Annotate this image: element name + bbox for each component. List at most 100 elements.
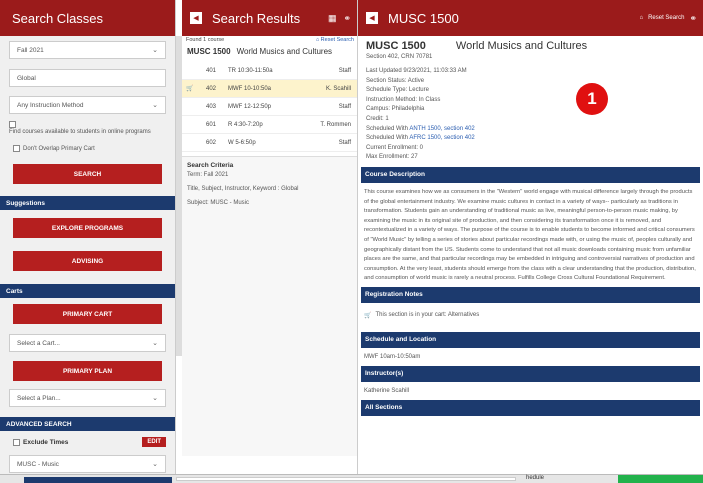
course-description-text: This course examines how we as consumers… [364, 188, 696, 282]
schedule-value: MWF 10am-10:50am [364, 353, 421, 360]
primary-cart-button[interactable]: PRIMARY CART [13, 304, 162, 325]
campus-value: Global [17, 74, 36, 82]
bottom-overlay-strip: hedule [0, 474, 703, 483]
sched-with-link[interactable]: ANTH 1500, section 402 [409, 126, 474, 132]
exclude-times-checkbox[interactable] [13, 438, 20, 446]
course-name: World Musics and Cultures [236, 47, 333, 56]
section-instructor: Staff [338, 67, 351, 74]
panel-title: Search Results [212, 10, 301, 26]
link-icon[interactable]: ⚭ [343, 13, 351, 24]
primary-plan-button[interactable]: PRIMARY PLAN [13, 361, 162, 382]
chevron-down-icon: ⌄ [152, 47, 158, 54]
sched-with-prefix: Scheduled With [366, 125, 409, 132]
section-details: Last Updated 9/23/2021, 11:03:33 AM Secti… [366, 67, 695, 125]
criteria-subject: Subject: MUSC - Music [187, 200, 250, 206]
section-detail-panel: ◀ MUSC 1500 ⌂ Reset Search ⚭ MUSC 1500 W… [358, 0, 703, 483]
detail-line: Section Status: Active [366, 77, 425, 84]
overlay-bar [24, 477, 172, 483]
section-number: 601 [205, 121, 216, 128]
course-name: World Musics and Cultures [455, 40, 588, 52]
sched-with-link[interactable]: AFRC 1500, section 402 [409, 135, 474, 141]
course-description-header: Course Description [361, 166, 700, 183]
edit-button[interactable]: EDIT [142, 437, 166, 448]
step-badge: 1 [576, 83, 608, 115]
search-classes-panel: Search Classes Fall 2021 ⌄ Global Any Ins… [0, 0, 176, 483]
home-icon: ⌂ [639, 15, 644, 21]
section-time: W 5-6:50p [228, 139, 256, 146]
chevron-down-icon: ⌄ [152, 340, 158, 348]
term-value: Fall 2021 [17, 46, 44, 54]
section-row[interactable]: 🛒 402 MWF 10-10:50a K. Scahill [182, 80, 357, 98]
search-classes-header: Search Classes [0, 0, 175, 36]
section-crn: Section 402, CRN 70781 [366, 54, 433, 60]
section-row[interactable]: 602 W 5-6:50p Staff [182, 134, 357, 152]
course-code: MUSC 1500 [366, 40, 426, 52]
select-plan-value: Select a Plan... [17, 394, 61, 402]
detail-line: Schedule Type: Lecture [366, 87, 429, 94]
search-results-panel: ◀ Search Results ▦ ⚭ Found 1 course ⌂ Re… [182, 0, 358, 483]
section-row[interactable]: 401 TR 10:30-11:50a Staff [182, 62, 357, 80]
section-number: 401 [205, 67, 216, 74]
subject-select[interactable]: MUSC - Music ⌄ [9, 455, 166, 474]
carts-header: Carts [0, 284, 175, 299]
back-arrow-icon[interactable]: ◀ [366, 12, 378, 24]
suggestions-header: Suggestions [0, 196, 175, 211]
section-instructor: T. Rommen [320, 121, 351, 128]
section-row[interactable]: 403 MWF 12-12:50p Staff [182, 98, 357, 116]
search-button[interactable]: SEARCH [13, 164, 162, 185]
online-checkbox[interactable] [9, 121, 16, 128]
instructor-name: Katherine Scahill [364, 387, 410, 394]
section-time: MWF 12-12:50p [228, 103, 272, 110]
link-icon: ⚭ [689, 12, 697, 23]
section-time: R 4:30-7:20p [228, 121, 263, 128]
sections-list: 401 TR 10:30-11:50a Staff 🛒 402 MWF 10-10:50a… [182, 62, 357, 152]
section-number: 402 [205, 85, 216, 92]
term-select[interactable]: Fall 2021 ⌄ [9, 41, 166, 59]
search-results-header: ◀ Search Results ▦ ⚭ [182, 0, 357, 36]
cart-icon: 🛒 [186, 86, 194, 92]
instructors-header: Instructor(s) [361, 365, 700, 382]
select-plan-dropdown[interactable]: Select a Plan... ⌄ [9, 389, 166, 408]
detail-line: Instruction Method: In Class [366, 96, 441, 103]
reset-search-link[interactable]: ⌂ Reset Search [316, 37, 354, 43]
section-instructor: Staff [338, 103, 351, 110]
instruction-method-select[interactable]: Any Instruction Method ⌄ [9, 96, 166, 114]
no-overlap-checkbox[interactable] [13, 145, 20, 153]
home-icon: ⌂ [315, 37, 320, 43]
reset-search-label: Reset Search [320, 37, 354, 43]
detail-line: Last Updated 9/23/2021, 11:03:33 AM [366, 68, 467, 74]
exclude-times-label: Exclude Times [23, 438, 69, 446]
section-number: 602 [205, 139, 216, 146]
registration-note: This section is in your cart: Alternativ… [375, 312, 480, 319]
advanced-search-header: ADVANCED SEARCH [0, 417, 175, 432]
select-cart-value: Select a Cart... [17, 339, 60, 347]
back-arrow-icon[interactable]: ◀ [190, 12, 202, 24]
section-instructor: K. Scahill [325, 85, 351, 92]
current-enrollment: Current Enrollment: 0 [366, 144, 424, 151]
section-row[interactable]: 601 R 4:30-7:20p T. Rommen [182, 116, 357, 134]
all-sections-header: All Sections [361, 399, 700, 416]
cart-icon: 🛒 [364, 312, 372, 319]
course-code: MUSC 1500 [187, 47, 231, 56]
section-detail-header: ◀ MUSC 1500 ⌂ Reset Search ⚭ [358, 0, 703, 36]
reset-search-link[interactable]: ⌂ Reset Search ⚭ [639, 13, 697, 24]
campus-field[interactable]: Global [9, 69, 166, 87]
calendar-icon[interactable]: ▦ [328, 13, 337, 24]
section-time: MWF 10-10:50a [228, 85, 272, 92]
detail-line: Credit: 1 [366, 115, 389, 122]
instruction-method-value: Any Instruction Method [17, 101, 84, 109]
criteria-keyword: Title, Subject, Instructor, Keyword : Gl… [187, 186, 299, 192]
section-number: 403 [205, 103, 216, 110]
schedule-location-header: Schedule and Location [361, 331, 700, 348]
advising-button[interactable]: ADVISING [13, 251, 162, 272]
section-time: TR 10:30-11:50a [228, 67, 273, 74]
found-count: Found 1 course [186, 37, 225, 43]
overlay-green-button[interactable] [618, 475, 703, 483]
max-enrollment: Max Enrollment: 27 [366, 154, 418, 161]
chevron-down-icon: ⌄ [152, 395, 158, 403]
explore-programs-button[interactable]: EXPLORE PROGRAMS [13, 218, 162, 239]
select-cart-dropdown[interactable]: Select a Cart... ⌄ [9, 334, 166, 353]
detail-line: Campus: Philadelphia [366, 106, 425, 113]
registration-notes-header: Registration Notes [361, 286, 700, 303]
no-overlap-label: Don't Overlap Primary Cart [23, 145, 95, 152]
